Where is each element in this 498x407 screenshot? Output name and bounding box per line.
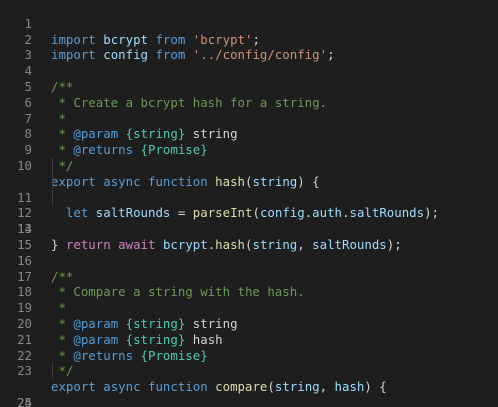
code-line-6[interactable]: 6 * <box>0 79 498 126</box>
code-line-11[interactable]: 11 let saltRounds = parseInt(config.auth… <box>0 157 498 220</box>
indent-guide <box>52 363 53 380</box>
line-number: 25 <box>17 394 32 407</box>
code-line-22[interactable]: 22 */ <box>0 332 498 379</box>
editor-lines: 1 import bcrypt from 'bcrypt'; 2 import … <box>0 0 498 407</box>
code-line-16[interactable]: 16 /** <box>0 237 498 284</box>
code-line-17[interactable]: 17 * Compare a string with the hash. <box>0 253 498 300</box>
code-line-3[interactable]: 3 <box>0 32 498 62</box>
indent-guide <box>52 173 53 190</box>
indent-guide <box>52 189 53 206</box>
code-line-9[interactable]: 9 */ <box>0 126 498 173</box>
code-line-5[interactable]: 5 * Create a bcrypt hash for a string. <box>0 63 498 110</box>
code-line-25[interactable]: 25 } <box>0 379 498 407</box>
code-line-23[interactable]: 23 export async function compare(string,… <box>0 348 498 394</box>
code-line-1[interactable]: 1 import bcrypt from 'bcrypt'; <box>0 0 498 47</box>
code-line-24[interactable]: 24 return await bcrypt.compare(string, h… <box>0 363 498 407</box>
code-line-13[interactable]: 13 return await bcrypt.hash(string, salt… <box>0 189 498 252</box>
code-line-7[interactable]: 7 * @param {string} string <box>0 95 498 142</box>
code-line-15[interactable]: 15 <box>0 221 498 252</box>
code-line-18[interactable]: 18 * <box>0 269 498 315</box>
code-line-10[interactable]: 10 export async function hash(string) { <box>0 142 498 189</box>
code-line-21[interactable]: 21 * @returns {Promise} <box>0 316 498 363</box>
code-line-4[interactable]: 4 /** <box>0 47 498 94</box>
code-line-2[interactable]: 2 import config from '../config/config'; <box>0 16 498 63</box>
code-line-19[interactable]: 19 * @param {string} string <box>0 284 498 331</box>
code-line-14[interactable]: 14 } <box>0 205 498 252</box>
code-line-12[interactable]: 12 <box>0 173 498 220</box>
code-editor[interactable]: 1 import bcrypt from 'bcrypt'; 2 import … <box>0 0 498 407</box>
indent-guide <box>52 157 53 174</box>
code-line-20[interactable]: 20 * @param {string} hash <box>0 300 498 347</box>
code-line-8[interactable]: 8 * @returns {Promise} <box>0 111 498 157</box>
